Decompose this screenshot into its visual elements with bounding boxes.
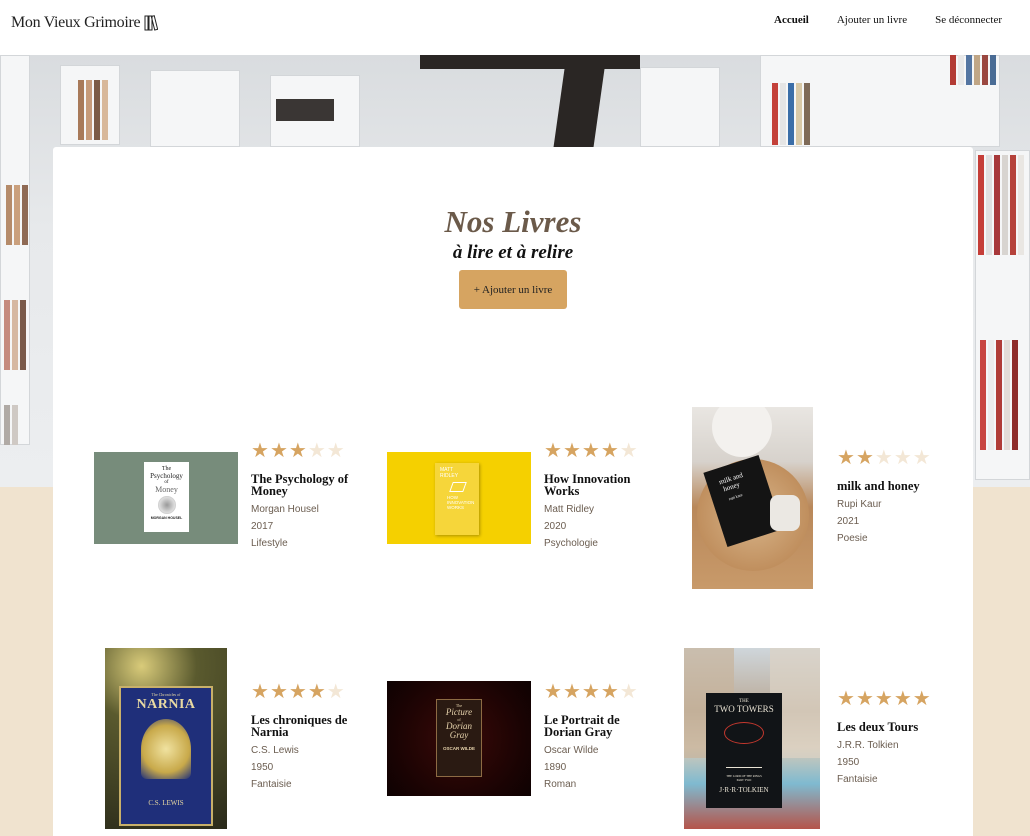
main-nav: Accueil Ajouter un livre Se déconnecter [774,14,1002,26]
books-logo-icon [144,15,159,31]
star-filled-icon: ★ [893,686,912,710]
book-genre: Poesie [837,533,868,544]
book-cover-image[interactable]: The Psychology of Money MORGAN HOUSEL [94,452,238,544]
book-title: milk and honey [837,479,920,493]
star-filled-icon: ★ [269,438,288,462]
cover-text: Gray [449,730,469,740]
cover-text: PART TWO [736,778,752,782]
book-cover-image[interactable]: MATT RIDLEY HOW INNOVATION WORKS [387,452,531,544]
book-cover-image[interactable]: The Chronicles of NARNIA C.S. LEWIS [105,648,227,829]
page-subtitle: à lire et à relire [452,242,574,263]
rating-stars: ★ ★ ★ ★ ★ [837,447,932,467]
star-empty-icon: ★ [874,445,893,469]
book-author: Morgan Housel [251,504,319,515]
nav-accueil[interactable]: Accueil [774,14,809,26]
star-filled-icon: ★ [251,679,269,703]
cover-text: Psychology [150,472,183,480]
cover-text: NARNIA [136,697,196,712]
book-author: Rupi Kaur [837,499,882,510]
cover-text: MORGAN HOUSEL [150,516,183,520]
logo-text: Mon Vieux Grimoire [11,14,141,31]
star-filled-icon: ★ [600,438,619,462]
top-navbar: Mon Vieux Grimoire Accueil Ajouter un li… [0,0,1030,55]
star-empty-icon: ★ [619,438,638,462]
book-author: C.S. Lewis [251,745,299,756]
star-filled-icon: ★ [562,679,581,703]
book-genre: Lifestyle [251,538,288,549]
star-filled-icon: ★ [251,438,269,462]
book-title: Les deux Tours [837,720,919,734]
star-filled-icon: ★ [581,438,600,462]
nav-ajouter-livre[interactable]: Ajouter un livre [837,14,907,26]
rating-stars: ★ ★ ★ ★ ★ [544,681,644,701]
star-filled-icon: ★ [307,679,326,703]
star-filled-icon: ★ [269,679,288,703]
site-logo[interactable]: Mon Vieux Grimoire [11,14,159,32]
rating-stars: ★ ★ ★ ★ ★ [544,440,644,460]
book-year: 1950 [837,757,860,768]
star-filled-icon: ★ [912,686,931,710]
star-filled-icon: ★ [562,438,581,462]
star-filled-icon: ★ [837,445,855,469]
book-cover-image[interactable]: THE TWO TOWERS THE LORD OF THE RINGS PAR… [684,648,820,829]
star-filled-icon: ★ [544,679,562,703]
book-title: Les chroniques de Narnia [251,713,348,739]
rating-stars: ★ ★ ★ ★ ★ [251,440,351,460]
add-book-button[interactable]: + Ajouter un livre [459,270,567,309]
books-list-card: Nos Livres à lire et à relire + Ajouter … [53,147,973,836]
page-title: Nos Livres [444,204,582,239]
cover-text: OSCAR WILDE [443,746,475,751]
book-year: 2017 [251,521,274,532]
star-filled-icon: ★ [544,438,562,462]
book-year: 2020 [544,521,567,532]
book-title: The Psychology of Money [251,472,349,498]
book-genre: Fantaisie [837,774,878,785]
book-cover-image[interactable]: milk and honey rupi kaur [692,407,813,589]
star-empty-icon: ★ [619,679,638,703]
star-filled-icon: ★ [855,686,874,710]
book-author: Matt Ridley [544,504,595,515]
cover-text: WORKS [447,505,465,510]
cover-text: TWO TOWERS [714,704,774,714]
book-author: Oscar Wilde [544,745,599,756]
rating-stars: ★ ★ ★ ★ ★ [837,688,937,708]
cover-text: Picture [445,707,473,717]
book-cover-image[interactable]: The Picture of Dorian Gray OSCAR WILDE [387,681,531,796]
book-genre: Fantaisie [251,779,292,790]
rating-stars: ★ ★ ★ ★ ★ [251,681,351,701]
book-author: J.R.R. Tolkien [837,740,899,751]
cover-text: J·R·R·TOLKIEN [719,786,769,794]
star-empty-icon: ★ [326,679,345,703]
book-year: 2021 [837,516,860,527]
star-filled-icon: ★ [288,679,307,703]
star-filled-icon: ★ [837,686,855,710]
cover-text: C.S. LEWIS [148,799,184,807]
star-empty-icon: ★ [893,445,912,469]
star-filled-icon: ★ [288,438,307,462]
star-empty-icon: ★ [307,438,326,462]
star-filled-icon: ★ [855,445,874,469]
book-genre: Psychologie [544,538,598,549]
book-genre: Roman [544,779,577,790]
star-empty-icon: ★ [912,445,931,469]
book-title: How Innovation Works [544,472,631,498]
cover-text: RIDLEY [440,473,459,479]
star-filled-icon: ★ [581,679,600,703]
star-filled-icon: ★ [600,679,619,703]
cover-text: Money [155,485,178,494]
nav-deconnecter[interactable]: Se déconnecter [935,14,1002,26]
book-year: 1950 [251,762,274,773]
star-filled-icon: ★ [874,686,893,710]
book-year: 1890 [544,762,567,773]
book-title: Le Portrait de Dorian Gray [544,713,620,739]
star-empty-icon: ★ [326,438,345,462]
